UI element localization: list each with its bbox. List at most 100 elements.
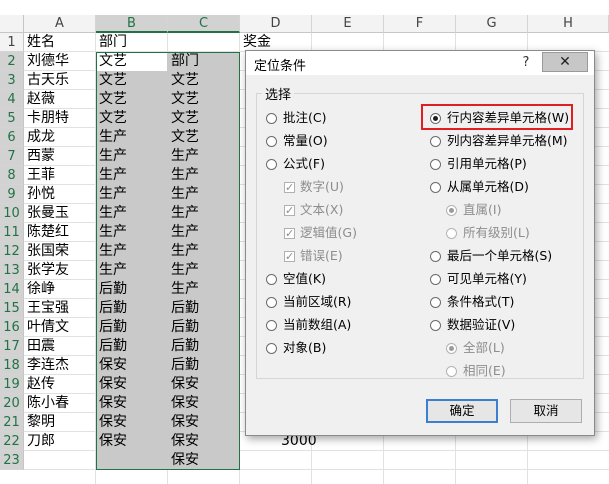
- row-header[interactable]: 13: [0, 261, 24, 280]
- cell[interactable]: 文艺: [168, 71, 240, 90]
- cell[interactable]: 陈楚红: [24, 223, 96, 242]
- column-header-e[interactable]: E: [312, 15, 384, 33]
- radio-left_options-7[interactable]: 空值(K): [266, 270, 326, 288]
- row-header[interactable]: 6: [0, 128, 24, 147]
- cell[interactable]: 生产: [96, 128, 168, 147]
- radio-left_options-9[interactable]: 当前数组(A): [266, 316, 351, 334]
- row-header[interactable]: 8: [0, 166, 24, 185]
- cell[interactable]: 保安: [168, 413, 240, 432]
- cell[interactable]: 保安: [96, 394, 168, 413]
- cell[interactable]: 保安: [96, 375, 168, 394]
- cell[interactable]: 后勤: [96, 318, 168, 337]
- cell[interactable]: 生产: [168, 185, 240, 204]
- cell[interactable]: 古天乐: [24, 71, 96, 90]
- cell[interactable]: 后勤: [96, 337, 168, 356]
- cell[interactable]: 文艺: [96, 52, 168, 71]
- cell[interactable]: 生产: [96, 242, 168, 261]
- cancel-button[interactable]: 取消: [510, 399, 582, 423]
- cell[interactable]: 生产: [168, 280, 240, 299]
- cell[interactable]: 文艺: [96, 90, 168, 109]
- cell[interactable]: 张曼玉: [24, 204, 96, 223]
- column-header-g[interactable]: G: [456, 15, 528, 33]
- row-header[interactable]: 20: [0, 394, 24, 413]
- row-header[interactable]: 7: [0, 147, 24, 166]
- row-header[interactable]: 19: [0, 375, 24, 394]
- column-header-a[interactable]: A: [24, 15, 96, 33]
- cell[interactable]: 赵传: [24, 375, 96, 394]
- cell[interactable]: 田震: [24, 337, 96, 356]
- cell[interactable]: 保安: [96, 356, 168, 375]
- cell[interactable]: 后勤: [168, 299, 240, 318]
- row-header[interactable]: 15: [0, 299, 24, 318]
- row-header[interactable]: 5: [0, 109, 24, 128]
- row-header[interactable]: 21: [0, 413, 24, 432]
- cell[interactable]: 生产: [96, 204, 168, 223]
- cell[interactable]: 文艺: [96, 71, 168, 90]
- cell[interactable]: 文艺: [168, 90, 240, 109]
- radio-right_options-6[interactable]: 最后一个单元格(S): [430, 247, 552, 265]
- cell[interactable]: 后勤: [96, 299, 168, 318]
- cell[interactable]: 文艺: [168, 109, 240, 128]
- cell[interactable]: 生产: [96, 223, 168, 242]
- cell[interactable]: 张学友: [24, 261, 96, 280]
- cell[interactable]: 保安: [168, 432, 240, 451]
- cell[interactable]: 生产: [168, 204, 240, 223]
- row-header[interactable]: 23: [0, 451, 24, 470]
- cell[interactable]: 保安: [168, 394, 240, 413]
- row-header[interactable]: 1: [0, 33, 24, 52]
- cell[interactable]: 文艺: [96, 109, 168, 128]
- radio-left_options-10[interactable]: 对象(B): [266, 339, 326, 357]
- column-header-c[interactable]: C: [168, 15, 240, 33]
- cell[interactable]: 生产: [96, 185, 168, 204]
- cell[interactable]: 叶倩文: [24, 318, 96, 337]
- cell[interactable]: 徐峥: [24, 280, 96, 299]
- cell[interactable]: 王菲: [24, 166, 96, 185]
- radio-right_options-8[interactable]: 条件格式(T): [430, 293, 514, 311]
- cell[interactable]: 生产: [96, 261, 168, 280]
- dialog-titlebar[interactable]: 定位条件 ? ✕: [246, 51, 594, 75]
- radio-left_options-8[interactable]: 当前区域(R): [266, 293, 351, 311]
- row-header[interactable]: 17: [0, 337, 24, 356]
- radio-right_options-9[interactable]: 数据验证(V): [430, 316, 515, 334]
- cell[interactable]: [96, 451, 168, 470]
- radio-right_options-1[interactable]: 列内容差异单元格(M): [430, 132, 568, 150]
- cell[interactable]: 文艺: [168, 128, 240, 147]
- radio-right_options-7[interactable]: 可见单元格(Y): [430, 270, 527, 288]
- cell[interactable]: 生产: [168, 242, 240, 261]
- cell[interactable]: [168, 33, 240, 52]
- cell[interactable]: 保安: [96, 413, 168, 432]
- row-header[interactable]: 11: [0, 223, 24, 242]
- cell[interactable]: 刀郎: [24, 432, 96, 451]
- cell[interactable]: 生产: [96, 147, 168, 166]
- cell[interactable]: 生产: [96, 166, 168, 185]
- cell[interactable]: [24, 451, 96, 470]
- cell[interactable]: 张国荣: [24, 242, 96, 261]
- cell[interactable]: 西蒙: [24, 147, 96, 166]
- cell[interactable]: 后勤: [96, 280, 168, 299]
- cell[interactable]: 生产: [168, 223, 240, 242]
- radio-left_options-1[interactable]: 常量(O): [266, 132, 328, 150]
- cell[interactable]: 生产: [168, 261, 240, 280]
- cell[interactable]: 刘德华: [24, 52, 96, 71]
- cell[interactable]: 部门: [96, 33, 168, 52]
- row-header[interactable]: 12: [0, 242, 24, 261]
- row-header[interactable]: 9: [0, 185, 24, 204]
- radio-right_options-2[interactable]: 引用单元格(P): [430, 155, 527, 173]
- row-header[interactable]: 18: [0, 356, 24, 375]
- cell[interactable]: 孙悦: [24, 185, 96, 204]
- row-header[interactable]: 14: [0, 280, 24, 299]
- cell[interactable]: 后勤: [168, 318, 240, 337]
- cell[interactable]: 卡朋特: [24, 109, 96, 128]
- cell[interactable]: 保安: [168, 375, 240, 394]
- column-header-f[interactable]: F: [384, 15, 456, 33]
- row-header[interactable]: 16: [0, 318, 24, 337]
- radio-left_options-2[interactable]: 公式(F): [266, 155, 325, 173]
- column-header-h[interactable]: H: [528, 15, 609, 33]
- cell[interactable]: 保安: [96, 432, 168, 451]
- column-header-b[interactable]: B: [96, 15, 168, 33]
- cell[interactable]: 成龙: [24, 128, 96, 147]
- cell[interactable]: 部门: [168, 52, 240, 71]
- column-header-d[interactable]: D: [240, 15, 312, 33]
- radio-left_options-0[interactable]: 批注(C): [266, 109, 326, 127]
- row-header[interactable]: 2: [0, 52, 24, 71]
